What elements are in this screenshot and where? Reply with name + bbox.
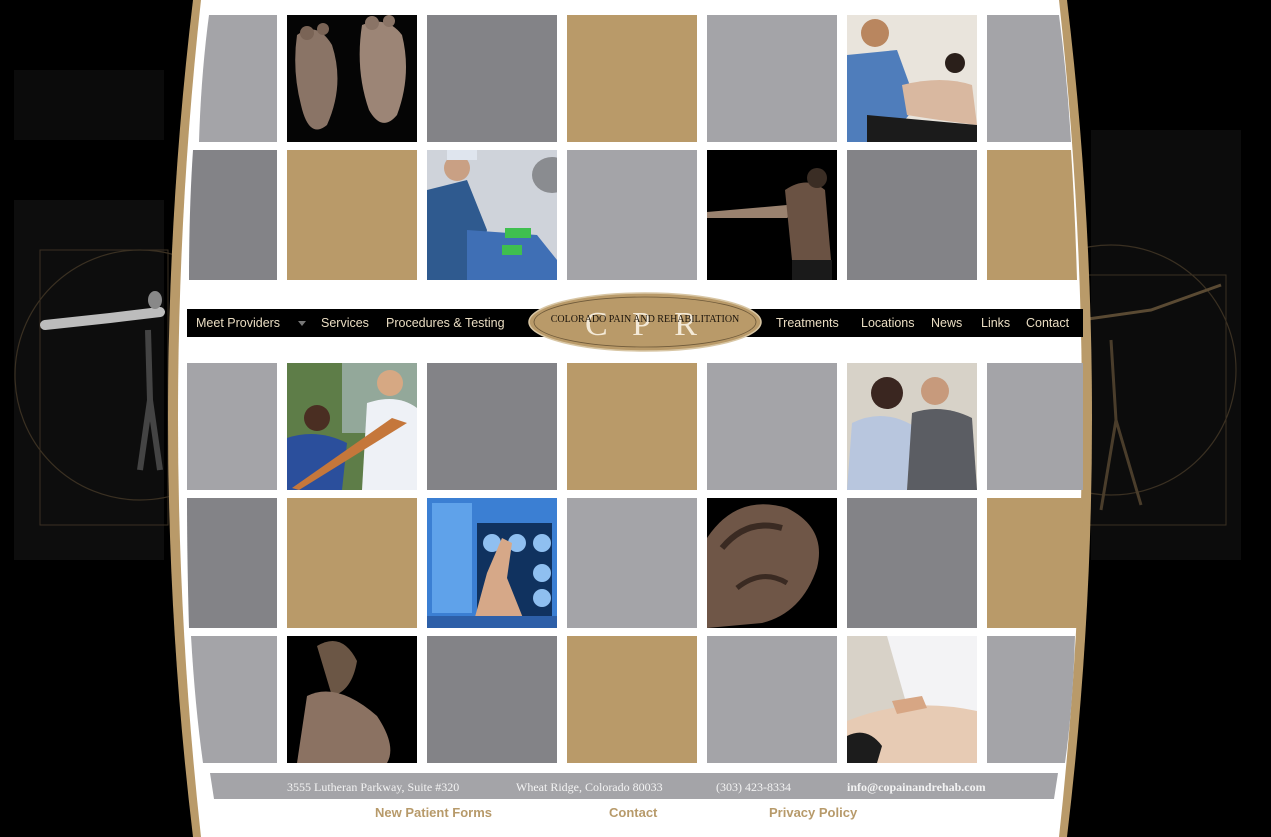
footer-contact-link[interactable]: Contact [609,805,657,820]
nav-item-contact[interactable]: Contact [1026,309,1069,337]
chevron-down-icon[interactable] [298,321,306,326]
nav-item-news[interactable]: News [931,309,962,337]
tile-light-gray [567,498,697,628]
vitruvian-man-left-art [14,70,190,560]
vitruvian-man-right-art [1071,130,1241,560]
cpr-logo[interactable]: C P R COLORADO PAIN AND REHABILITATION [527,291,763,353]
tile-light-gray [987,15,1073,142]
tile-light-gray [707,15,837,142]
footer-address: 3555 Lutheran Parkway, Suite #320 [287,780,460,794]
tile-dark-gray [847,498,977,628]
tile-dark-gray [847,150,977,280]
tile-light-gray [187,363,277,490]
tile-light-gray [189,636,277,763]
tile-gold [567,363,697,490]
doctor-consultation-photo [847,363,977,490]
footer-phone: (303) 423-8334 [716,780,791,794]
tile-light-gray [987,636,1077,763]
back-massage-photo [847,636,977,763]
tile-gold [987,150,1079,280]
resistance-band-therapy-photo [287,363,417,490]
nav-item-treatments[interactable]: Treatments [776,309,839,337]
outstretched-arm-photo [707,150,837,280]
surgeon-procedure-photo [427,150,557,280]
tile-light-gray [707,363,837,490]
nav-item-locations[interactable]: Locations [861,309,915,337]
new-patient-forms-link[interactable]: New Patient Forms [375,805,492,820]
tile-gold [567,15,697,142]
chiropractor-back-photo [847,15,977,142]
tile-dark-gray [189,150,277,280]
footer-city: Wheat Ridge, Colorado 80033 [516,780,663,794]
tile-gold [987,498,1083,628]
tile-light-gray [987,363,1083,490]
tile-dark-gray [187,498,277,628]
tile-dark-gray [427,636,557,763]
woman-shoulder-photo [287,636,417,763]
tile-light-gray [707,636,837,763]
logo-name: COLORADO PAIN AND REHABILITATION [550,314,740,325]
privacy-policy-link[interactable]: Privacy Policy [769,805,857,820]
tile-dark-gray [427,363,557,490]
tile-gold [287,150,417,280]
background-right [1071,0,1271,837]
tile-gold [287,498,417,628]
nav-item-services[interactable]: Services [321,309,369,337]
tile-light-gray [567,150,697,280]
background-left [0,0,190,837]
nav-item-links[interactable]: Links [981,309,1010,337]
nav-item-meet-providers[interactable]: Meet Providers [196,309,280,337]
feet-photo [287,15,417,142]
muscular-back-photo [707,498,837,628]
tile-light-gray [197,15,277,142]
nav-item-procedures-testing[interactable]: Procedures & Testing [386,309,505,337]
footer-email-link[interactable]: info@copainandrehab.com [847,780,986,795]
main-panel: Meet Providers Services Procedures & Tes… [163,0,1097,837]
xray-scan-photo [427,498,557,628]
tile-dark-gray [427,15,557,142]
tile-gold [567,636,697,763]
